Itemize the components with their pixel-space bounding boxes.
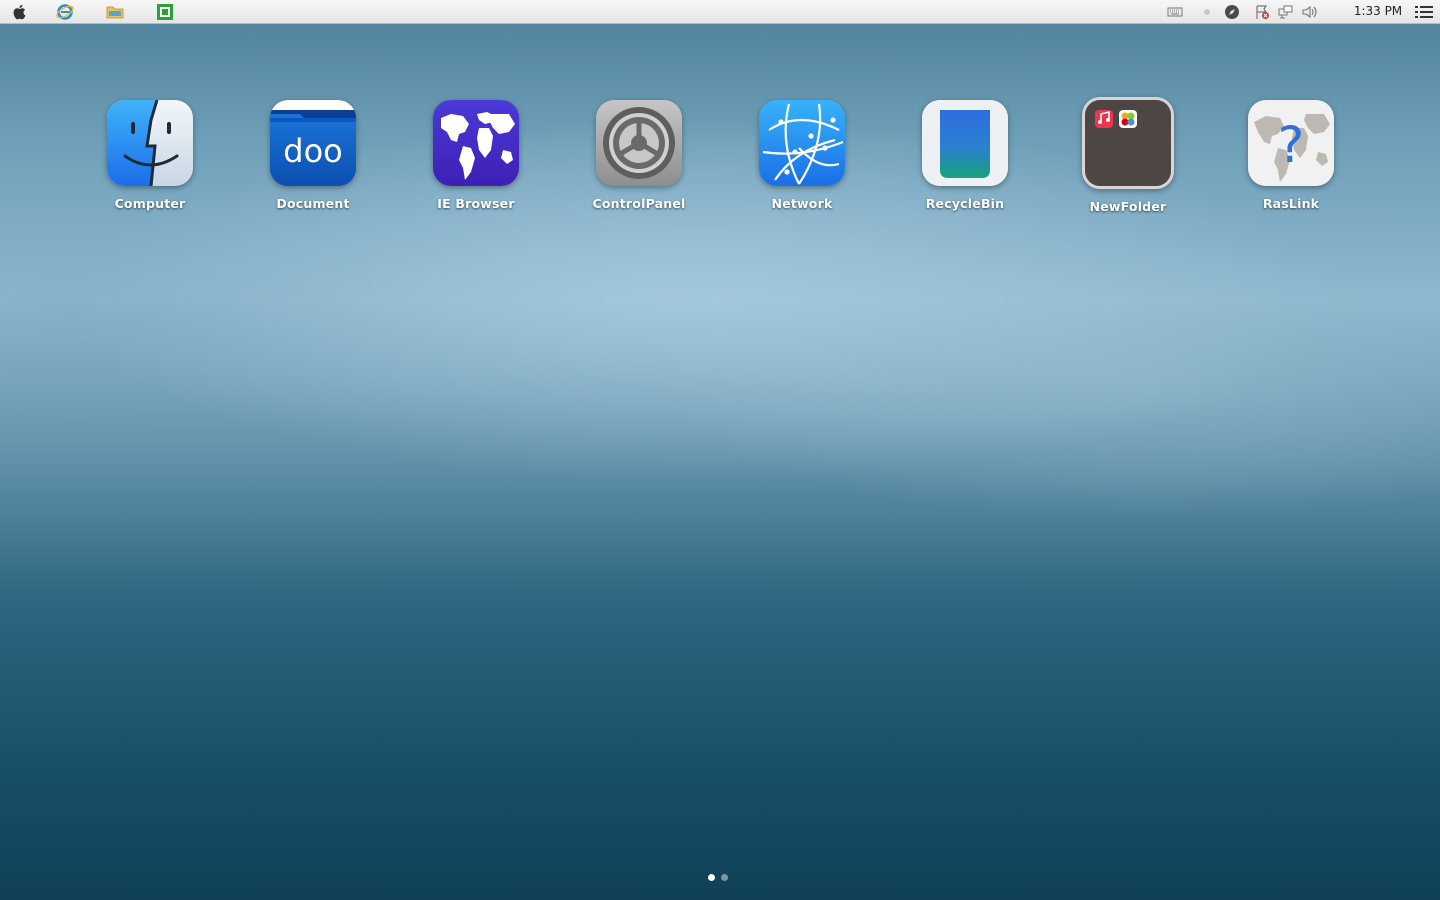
app-label: NewFolder bbox=[1089, 199, 1167, 214]
document-folder-icon[interactable]: doo bbox=[270, 100, 356, 186]
help-globe-icon[interactable]: ? bbox=[1248, 100, 1334, 186]
compass-icon[interactable] bbox=[1223, 3, 1241, 21]
app-folder-icon[interactable] bbox=[1082, 97, 1174, 189]
finder-icon[interactable] bbox=[107, 100, 193, 186]
app-label: Computer bbox=[114, 196, 186, 211]
settings-gear-icon[interactable] bbox=[596, 100, 682, 186]
app-computer[interactable]: Computer bbox=[75, 100, 225, 220]
list-menu-icon[interactable] bbox=[1413, 3, 1435, 21]
apple-icon[interactable] bbox=[10, 3, 30, 21]
folder-icon[interactable] bbox=[105, 3, 125, 21]
svg-text:doo: doo bbox=[283, 132, 342, 170]
spreadsheet-icon[interactable] bbox=[155, 3, 175, 21]
app-label: IE Browser bbox=[437, 196, 515, 211]
status-dot-icon[interactable] bbox=[1200, 3, 1214, 21]
app-document[interactable]: doo Document bbox=[238, 100, 388, 220]
svg-text:?: ? bbox=[1278, 116, 1305, 174]
app-control-panel[interactable]: ControlPanel bbox=[564, 100, 714, 220]
ie-browser-icon[interactable] bbox=[55, 3, 75, 21]
app-label: Document bbox=[276, 196, 350, 211]
trash-bin-icon[interactable] bbox=[922, 100, 1008, 186]
world-map-icon[interactable] bbox=[433, 100, 519, 186]
menu-bar: 1:33 PM bbox=[0, 0, 1440, 24]
app-raslink[interactable]: ? RasLink bbox=[1216, 100, 1366, 220]
volume-icon[interactable] bbox=[1301, 3, 1319, 21]
app-label: ControlPanel bbox=[592, 196, 686, 211]
app-new-folder[interactable]: NewFolder bbox=[1053, 97, 1203, 220]
app-label: Network bbox=[771, 196, 833, 211]
app-label: RecycleBin bbox=[925, 196, 1005, 211]
clock[interactable]: 1:33 PM bbox=[1343, 4, 1413, 18]
page-indicator bbox=[708, 874, 728, 881]
flag-error-icon[interactable] bbox=[1253, 3, 1271, 21]
page-dot-1[interactable] bbox=[708, 874, 715, 881]
app-recycle-bin[interactable]: RecycleBin bbox=[890, 100, 1040, 220]
app-network[interactable]: Network bbox=[727, 100, 877, 220]
app-ie-browser[interactable]: IE Browser bbox=[401, 100, 551, 220]
network-globe-icon[interactable] bbox=[759, 100, 845, 186]
network-monitor-icon[interactable] bbox=[1277, 3, 1295, 21]
app-label: RasLink bbox=[1262, 196, 1320, 211]
page-dot-2[interactable] bbox=[721, 874, 728, 881]
keyboard-icon[interactable] bbox=[1166, 3, 1184, 21]
